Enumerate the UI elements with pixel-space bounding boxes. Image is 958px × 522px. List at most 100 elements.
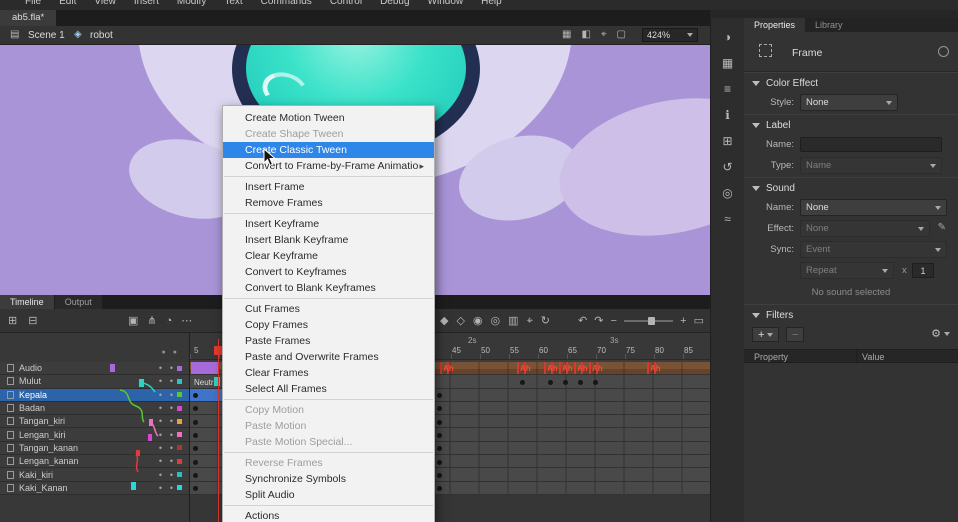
menu-item-convert-to-frame-by-frame-animation[interactable]: Convert to Frame-by-Frame Animation▸ (223, 158, 434, 174)
edit-multiple-frames-icon[interactable]: ▥ (508, 313, 518, 329)
edit-scene-icon[interactable]: ▦ (562, 29, 571, 40)
add-filter-button[interactable]: + (752, 327, 779, 342)
zoom-select[interactable]: 424% (642, 28, 698, 42)
step-back-icon[interactable]: ↶ (578, 313, 587, 329)
lock-dot[interactable]: • (166, 363, 177, 373)
style-dropdown[interactable]: None (800, 94, 898, 111)
menu-item-paste-and-overwrite-frames[interactable]: Paste and Overwrite Frames (223, 349, 434, 365)
insert-blank-keyframe-icon[interactable]: ◇ (456, 313, 464, 329)
menu-item-paste-frames[interactable]: Paste Frames (223, 333, 434, 349)
delete-layer-icon[interactable]: ⊟ (28, 313, 37, 329)
reset-zoom-icon[interactable]: ▭ (694, 313, 704, 329)
menu-item-split-audio[interactable]: Split Audio (223, 487, 434, 503)
document-tab[interactable]: ab5.fla* (0, 10, 56, 26)
onion-skin-icon[interactable]: ◉ (473, 313, 483, 329)
menu-item-clear-frames[interactable]: Clear Frames (223, 365, 434, 381)
color-effect-header[interactable]: Color Effect (744, 73, 958, 93)
info-icon[interactable]: ℹ (717, 107, 739, 123)
menu-item-cut-frames[interactable]: Cut Frames (223, 301, 434, 317)
layer-row-lengan_kanan[interactable]: Lengan_kanan•• (0, 455, 189, 468)
visibility-dot[interactable]: • (155, 470, 166, 480)
loop-icon[interactable]: ↻ (541, 313, 550, 329)
menu-text[interactable]: Text (215, 0, 251, 9)
color-icon[interactable]: ◑ (717, 29, 739, 45)
menu-view[interactable]: View (85, 0, 125, 9)
timeline-zoom-slider[interactable] (624, 320, 673, 322)
history-icon[interactable]: ↺ (717, 159, 739, 175)
center-frame-icon[interactable]: ⌖ (527, 313, 533, 329)
lock-dot[interactable]: • (166, 470, 177, 480)
menu-item-create-motion-tween[interactable]: Create Motion Tween (223, 110, 434, 126)
motion-editor-icon[interactable]: ≈ (717, 211, 739, 227)
transform-icon[interactable]: ⊞ (717, 133, 739, 149)
menu-item-convert-to-blank-keyframes[interactable]: Convert to Blank Keyframes (223, 280, 434, 296)
lock-dot[interactable]: • (166, 456, 177, 466)
menu-edit[interactable]: Edit (50, 0, 85, 9)
menu-item-copy-frames[interactable]: Copy Frames (223, 317, 434, 333)
align-icon[interactable]: ≡ (717, 81, 739, 97)
menu-item-select-all-frames[interactable]: Select All Frames (223, 381, 434, 397)
menu-item-remove-frames[interactable]: Remove Frames (223, 195, 434, 211)
layer-row-kaki_kanan[interactable]: Kaki_Kanan•• (0, 482, 189, 495)
menu-help[interactable]: Help (472, 0, 511, 9)
menu-item-clear-keyframe[interactable]: Clear Keyframe (223, 248, 434, 264)
symbol-breadcrumb[interactable]: robot (90, 30, 113, 41)
layer-row-tangan_kiri[interactable]: Tangan_kiri•• (0, 415, 189, 428)
visibility-dot[interactable]: • (155, 456, 166, 466)
menu-item-synchronize-symbols[interactable]: Synchronize Symbols (223, 471, 434, 487)
layer-row-lengan_kiri[interactable]: Lengan_kiri•• (0, 428, 189, 441)
menu-control[interactable]: Control (321, 0, 371, 9)
menu-insert[interactable]: Insert (125, 0, 168, 9)
frame-label-name-input[interactable] (800, 137, 942, 152)
zoom-slider-thumb[interactable] (648, 317, 655, 325)
lock-dot[interactable]: • (166, 416, 177, 426)
camera-panel-icon[interactable]: ◎ (717, 185, 739, 201)
menu-item-convert-to-keyframes[interactable]: Convert to Keyframes (223, 264, 434, 280)
visibility-dot[interactable]: • (155, 376, 166, 386)
scene-breadcrumb[interactable]: Scene 1 (28, 30, 65, 41)
lock-column-icon[interactable]: ● (173, 349, 177, 356)
insert-keyframe-icon[interactable]: ◆ (440, 313, 448, 329)
visibility-dot[interactable]: • (155, 363, 166, 373)
layer-row-mulut[interactable]: Mulut•• (0, 375, 189, 388)
filter-options-button[interactable]: ⚙ (931, 327, 950, 340)
clip-to-stage-icon[interactable]: ▢ (617, 29, 626, 40)
tab-library[interactable]: Library (805, 18, 853, 32)
onion-skin-outlines-icon[interactable]: ◎ (491, 313, 501, 329)
sound-header[interactable]: Sound (744, 178, 958, 198)
timeline-options-icon[interactable]: ⋯ (181, 313, 192, 329)
swatches-icon[interactable]: ▦ (717, 55, 739, 71)
tab-timeline[interactable]: Timeline (0, 295, 54, 309)
lock-dot[interactable]: • (166, 443, 177, 453)
menu-item-insert-frame[interactable]: Insert Frame (223, 179, 434, 195)
layer-row-tangan_kanan[interactable]: Tangan_kanan•• (0, 442, 189, 455)
tab-output[interactable]: Output (55, 295, 102, 309)
add-layer-icon[interactable]: ⊞ (8, 313, 17, 329)
menu-item-insert-blank-keyframe[interactable]: Insert Blank Keyframe (223, 232, 434, 248)
layer-row-kaki_kiri[interactable]: Kaki_kiri•• (0, 468, 189, 481)
visibility-dot[interactable]: • (155, 390, 166, 400)
step-forward-icon[interactable]: ↷ (594, 313, 603, 329)
lock-dot[interactable]: • (166, 403, 177, 413)
eye-column-icon[interactable]: ● (162, 349, 166, 356)
lock-dot[interactable]: • (166, 376, 177, 386)
edit-sound-envelope-icon[interactable]: ✎ (938, 222, 946, 233)
lock-dot[interactable]: • (166, 483, 177, 493)
menu-item-actions[interactable]: Actions (223, 508, 434, 522)
layer-depth-icon[interactable]: ◔ (166, 313, 173, 329)
layer-row-audio[interactable]: Audio•• (0, 362, 189, 375)
help-icon[interactable] (938, 46, 949, 57)
lock-dot[interactable]: • (166, 430, 177, 440)
label-header[interactable]: Label (744, 115, 958, 135)
visibility-dot[interactable]: • (155, 483, 166, 493)
zoom-out-icon[interactable]: − (610, 313, 616, 329)
filters-header[interactable]: Filters (744, 305, 958, 325)
visibility-dot[interactable]: • (155, 443, 166, 453)
remove-filter-button[interactable]: − (786, 327, 804, 342)
sound-name-dropdown[interactable]: None (800, 199, 947, 216)
visibility-dot[interactable]: • (155, 416, 166, 426)
layer-row-badan[interactable]: Badan•• (0, 402, 189, 415)
menu-commands[interactable]: Commands (252, 0, 321, 9)
menu-item-create-classic-tween[interactable]: Create Classic Tween (223, 142, 434, 158)
menu-modify[interactable]: Modify (168, 0, 215, 9)
